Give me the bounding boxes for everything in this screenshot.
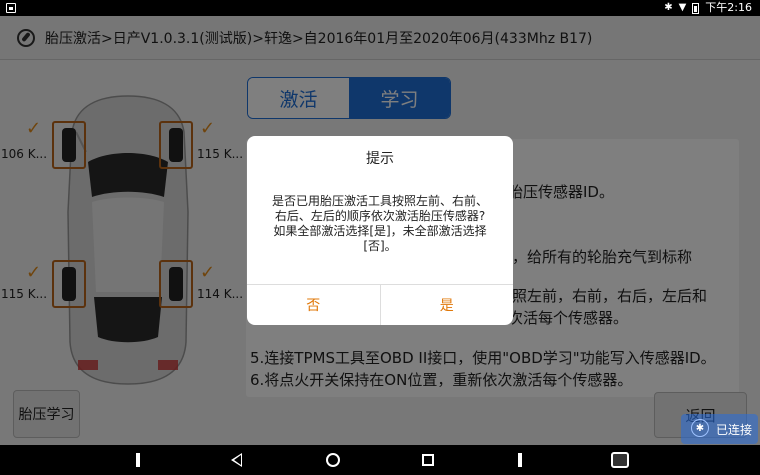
confirm-dialog: 提示 是否已用胎压激活工具按照左前、右前、 右后、左后的顺序依次激活胎压传感器?…	[247, 136, 513, 325]
dialog-buttons: 否 是	[247, 284, 513, 325]
no-button[interactable]: 否	[247, 285, 380, 325]
bluetooth-icon: ✱	[664, 2, 673, 13]
connection-label: 已连接	[715, 422, 752, 437]
volume-up-icon[interactable]	[518, 453, 532, 467]
wifi-icon: ▼	[678, 2, 687, 13]
dialog-message-line: 右后、左后的顺序依次激活胎压传感器?	[274, 209, 486, 223]
gallery-icon	[6, 3, 16, 13]
status-time: 下午2:16	[705, 1, 752, 14]
screenshot-icon[interactable]	[611, 452, 629, 468]
battery-icon	[692, 2, 700, 14]
status-bar: ✱ ▼ 下午2:16	[0, 0, 760, 16]
yes-button[interactable]: 是	[379, 285, 514, 325]
back-nav-icon[interactable]	[231, 453, 242, 467]
connection-status: ✱ 已连接	[681, 414, 758, 444]
dialog-message-line: [否]。	[363, 239, 397, 253]
recent-apps-icon[interactable]	[422, 454, 434, 466]
home-icon[interactable]	[326, 453, 340, 467]
dialog-message-line: 是否已用胎压激活工具按照左前、右前、	[271, 194, 488, 208]
status-icons: ✱ ▼ 下午2:16	[664, 1, 752, 15]
volume-down-icon[interactable]	[136, 453, 150, 467]
navigation-bar	[0, 445, 760, 475]
bluetooth-icon: ✱	[691, 419, 709, 437]
dialog-message: 是否已用胎压激活工具按照左前、右前、 右后、左后的顺序依次激活胎压传感器? 如果…	[261, 194, 499, 254]
dialog-title: 提示	[366, 151, 394, 167]
dialog-message-line: 如果全部激活选择[是]，未全部激活选择	[273, 224, 487, 238]
